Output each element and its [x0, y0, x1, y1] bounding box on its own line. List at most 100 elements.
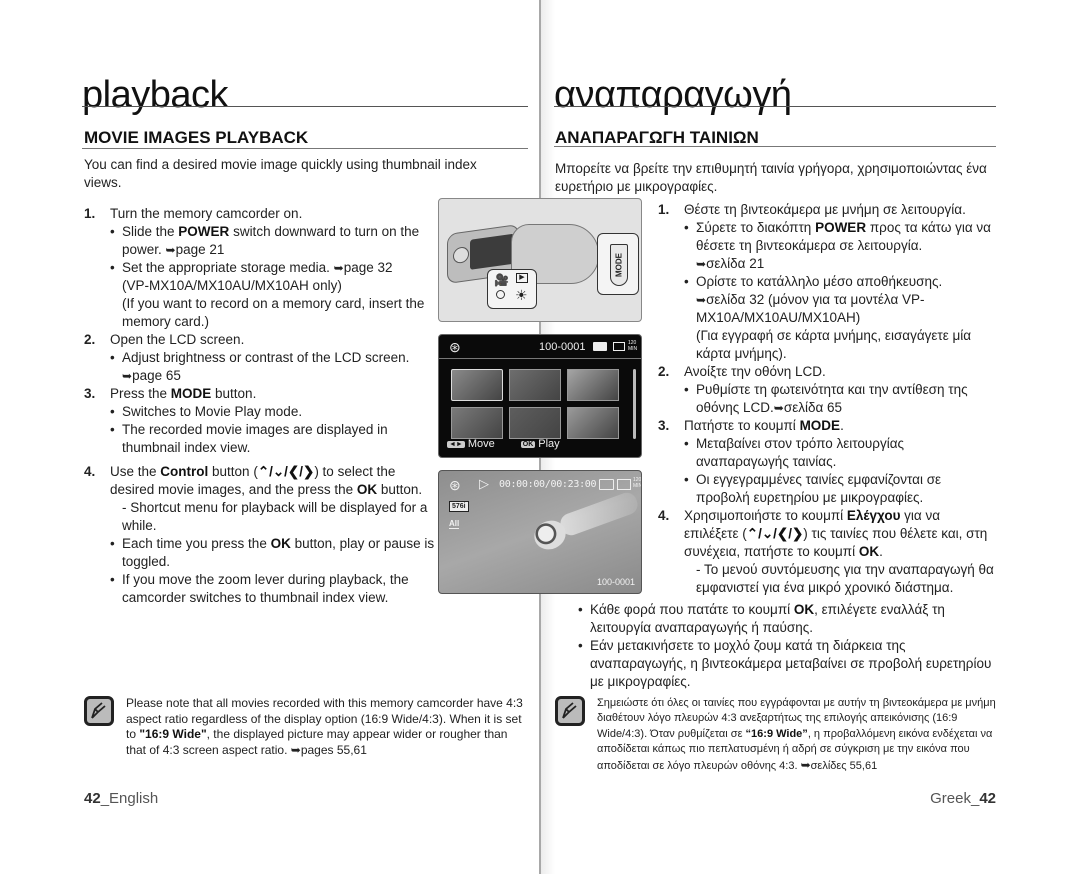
footer-label: Greek_ [930, 790, 980, 807]
dash-item: - Shortcut menu for playback will be dis… [122, 500, 428, 533]
thumbnail-item [451, 407, 503, 439]
memory-card-note: (If you want to record on a memory card,… [122, 296, 425, 329]
dial-icon [453, 245, 469, 265]
movie-reel-icon: ⊛ [449, 339, 461, 355]
bullet-item: Switches to Movie Play mode. [110, 403, 436, 421]
move-guide: ◄► Move [447, 438, 495, 450]
page-footer-greek: Greek_42 [930, 790, 996, 807]
ok-key-icon: OK [520, 441, 536, 448]
page-footer-english: 42_English [84, 790, 158, 807]
battery-icon [617, 479, 631, 490]
thumbnail-item [567, 407, 619, 439]
bullet-item: If you move the zoom lever during playba… [110, 571, 436, 607]
model-note: (VP-MX10A/MX10AU/MX10AH only) [122, 278, 342, 293]
step-number: 1. [84, 206, 96, 221]
steps-list-greek-upper: 1. Θέστε τη βιντεοκάμερα με μνήμη σε λει… [658, 201, 996, 597]
page-reference: σελίδα 21 [706, 256, 765, 271]
page-reference: σελίδα 65 [783, 400, 843, 415]
memory-card-icon [593, 342, 607, 351]
memory-card-icon [599, 479, 614, 490]
step-2: 2. Ανοίξτε την οθόνη LCD. Ρυθμίστε τη φω… [658, 363, 996, 417]
page-number: 42 [84, 790, 101, 807]
note-box-english: Please note that all movies recorded wit… [84, 696, 530, 758]
page-number: 42 [979, 790, 996, 807]
step-1: 1. Θέστε τη βιντεοκάμερα με μνήμη σε λει… [658, 201, 996, 363]
arrow-right-icon: ➥ [165, 243, 176, 257]
scrollbar [633, 369, 636, 439]
bullet-item: Σύρετε το διακόπτη POWER προς τα κάτω γι… [684, 219, 996, 273]
bullet-item: Ορίστε το κατάλληλο μέσο αποθήκευσης. ➥σ… [684, 273, 996, 363]
step-4: 4. Χρησιμοποιήστε το κουμπί Ελέγχου για … [658, 507, 996, 597]
note-text: Please note that all movies recorded wit… [126, 696, 523, 757]
mode-button: MODE [610, 244, 628, 286]
play-icon: ▷ [479, 476, 489, 491]
page-reference: σελίδες 55,61 [810, 759, 878, 772]
arrow-right-icon: ➥ [290, 742, 301, 757]
move-key-icon: ◄► [447, 441, 465, 448]
mode-button-callout: MODE [597, 233, 639, 295]
movie-reel-icon: ⊛ [449, 477, 461, 493]
file-number: 100-0001 [539, 341, 586, 353]
control-arrows-icon: ⌃/⌄/❮/❯ [746, 526, 804, 541]
memory-card-note: (Για εγγραφή σε κάρτα μνήμης, εισαγάγετε… [696, 328, 972, 361]
steps-list-greek-lower: Κάθε φορά που πατάτε το κουμπί OK, επιλέ… [578, 601, 996, 691]
bullet-item: Adjust brightness or contrast of the LCD… [110, 349, 436, 385]
intro-text-english: You can find a desired movie image quick… [84, 157, 477, 190]
playback-screen: ⊛ ▷ 00:00:00/00:23:00 120 MIN 576i All 1… [438, 470, 642, 594]
arrow-right-icon: ➥ [122, 369, 133, 383]
movie-camera-icon: 🎥 [494, 273, 509, 287]
step-text: Open the LCD screen. [110, 332, 245, 347]
page-reference: page 21 [175, 242, 225, 257]
playback-time: 00:00:00/00:23:00 [499, 479, 597, 490]
bullet-item: Ρυθμίστε τη φωτεινότητα και την αντίθεση… [684, 381, 996, 417]
arrow-right-icon: ➥ [773, 401, 784, 415]
note-pencil-icon [84, 696, 114, 726]
bullet-item: Οι εγγεγραμμένες ταινίες εμφανίζονται σε… [684, 471, 996, 507]
thumbnail-grid [451, 369, 619, 439]
step-number: 4. [658, 508, 670, 523]
battery-icon [613, 342, 625, 351]
step-text: Turn the memory camcorder on. [110, 206, 303, 221]
step-text: Use the Control button (⌃/⌄/❮/❯) to sele… [110, 464, 423, 497]
bullet-item: Slide the POWER switch downward to turn … [110, 223, 436, 259]
file-number: 100-0001 [596, 577, 635, 587]
play-mode-icon: ▶ [516, 273, 528, 283]
bullet-item: Κάθε φορά που πατάτε το κουμπί OK, επιλέ… [578, 601, 996, 637]
intro-text-greek: Μπορείτε να βρείτε την επιθυμητή ταινία … [555, 161, 987, 194]
step-4: 4. Use the Control button (⌃/⌄/❮/❯) to s… [84, 463, 436, 607]
page-reference: σελίδα 32 (μόνον για τα μοντέλα VP-MX10A… [696, 292, 925, 325]
thumbnail-item [509, 369, 561, 401]
page-title-greek: αναπαραγωγή [554, 74, 792, 116]
led-off-icon [496, 290, 505, 299]
bullet-item: Εάν μετακινήσετε το μοχλό ζουμ κατά τη δ… [578, 637, 996, 691]
page-reference: pages 55,61 [300, 742, 367, 757]
bullet-item: Set the appropriate storage media. ➥page… [110, 259, 436, 331]
note-text: Σημειώστε ότι όλες οι ταινίες που εγγράφ… [597, 697, 996, 772]
step-number: 3. [84, 386, 96, 401]
led-on-icon: ☀ [515, 287, 528, 303]
footer-label: _English [100, 790, 159, 807]
ball-trail [557, 489, 641, 539]
play-guide: OK Play [520, 438, 560, 450]
section-rule [82, 148, 528, 149]
page-reference: page 32 [343, 260, 393, 275]
screen-guide-bar: ◄► Move OK Play [447, 438, 560, 450]
arrow-right-icon: ➥ [696, 293, 707, 307]
page-title-english: playback [82, 74, 228, 116]
step-1: 1. Turn the memory camcorder on. Slide t… [84, 205, 436, 331]
step-number: 3. [658, 418, 670, 433]
step-3: 3. Press the MODE button. Switches to Mo… [84, 385, 436, 457]
section-title-greek: ΑΝΑΠΑΡΑΓΩΓΗ ΤΑΙΝΙΩΝ [555, 128, 759, 147]
title-rule [554, 106, 996, 107]
step-text: Press the MODE button. [110, 386, 257, 401]
step-3: 3. Πατήστε το κουμπί MODE. Μεταβαίνει στ… [658, 417, 996, 507]
thumbnail-item [509, 407, 561, 439]
title-rule [82, 106, 528, 107]
control-arrows-icon: ⌃/⌄/❮/❯ [257, 464, 315, 479]
dash-item: - Το μενού συντόμευσης για την αναπαραγω… [696, 562, 994, 595]
step-text: Θέστε τη βιντεοκάμερα με μνήμη σε λειτου… [684, 202, 966, 217]
note-box-greek: Σημειώστε ότι όλες οι ταινίες που εγγράφ… [555, 696, 997, 774]
thumbnail-item [567, 369, 619, 401]
step-number: 1. [658, 202, 670, 217]
remaining-time: 120 MIN [633, 477, 642, 489]
